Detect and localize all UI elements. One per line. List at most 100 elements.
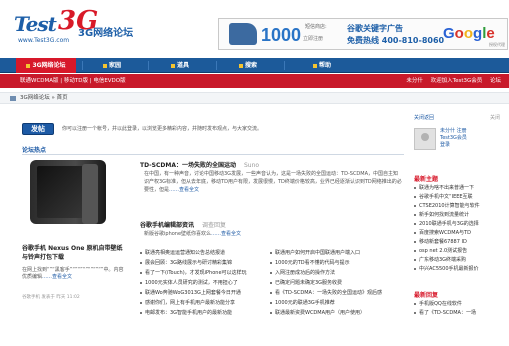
sidebar-item-text: 移动新套餐67887 ID <box>419 239 467 245</box>
sidebar-item[interactable]: 中兴AC5500手机最新报价 <box>414 265 502 274</box>
sidebar-item-text: 新手如何找到流量统计 <box>419 212 470 218</box>
sidebar-item-text: 谷歌手机中文“IEEE互联 <box>419 194 473 200</box>
list-item[interactable]: 看《TD-SCDMA：一场失败的全国运动》观后感 <box>270 288 406 298</box>
list-item[interactable]: 入网注册成功后的操作方法 <box>270 268 406 278</box>
sidebar-user-line[interactable]: Test3G会员 <box>440 135 500 142</box>
nav-item-forum[interactable]: 3G网络论坛 <box>16 58 76 73</box>
list-item[interactable]: 联通Wo奔驰WoG3013G上网套餐今日开通 <box>140 288 270 298</box>
bullet-icon <box>270 291 272 294</box>
bullet-icon <box>414 258 416 261</box>
nav-divider <box>148 61 149 70</box>
new-post-button[interactable]: 发帖 <box>22 123 54 135</box>
list-item-text: 看《TD-SCDMA：一场失败的全国运动》观后感 <box>275 290 382 296</box>
sidebar-item-text: 手机版QQ在线软件 <box>419 301 462 307</box>
list-item[interactable]: 电邮发布：3G智能手机用户的最新功能 <box>140 308 270 318</box>
list-item[interactable]: 看了一下(iTouch)，才发现iPhone可以这样玩 <box>140 268 270 278</box>
list-item[interactable]: 展会回顾：3G路线展示与研讨精彩集锦 <box>140 258 270 268</box>
list-item[interactable]: 已确定问题未确定3G服务收费 <box>270 278 406 288</box>
list-item[interactable]: 1000元的TD看不懂的代码与提示 <box>270 258 406 268</box>
sidebar-toggle[interactable]: 关闭返回 <box>414 114 434 121</box>
featured-desc-text: 在网上找到“”“黑客手”“”“”“”“”“”“”中。内容优质编辑 <box>22 267 124 280</box>
list-item-text: 联通用户如何开启中国联通用户端入口 <box>275 250 361 256</box>
news-more-link[interactable]: ……查看全文 <box>211 231 241 237</box>
list-item[interactable]: 联通用户如何开启中国联通用户端入口 <box>270 248 406 258</box>
sidebar-item-text: 中兴AC5500手机最新报价 <box>419 266 479 272</box>
home-icon[interactable] <box>10 96 16 101</box>
main-nav: 3G网络论坛 家园 道具 搜索 帮助 <box>0 58 509 73</box>
news-title-text: TD-SCDMA：一场失败的全国运动 <box>140 162 236 169</box>
breadcrumb[interactable]: 3G网络论坛 » 首页 <box>20 93 68 104</box>
sidebar-item[interactable]: 手机版QQ在线软件 <box>414 300 502 309</box>
sidebar-item[interactable]: 看了《TD-SCDMA：一场 <box>414 309 502 318</box>
featured-card[interactable]: 谷歌手机 Nexus One 原机自带壁纸与铃声打包下载 在网上找到“”“黑客手… <box>22 160 128 300</box>
sub-nav-welcome[interactable]: 欢迎加入Test3G会员 <box>431 78 483 84</box>
ad-banner[interactable]: 1000 短信商店: 立即注册 谷歌关键字广告 免费热线 400-810-806… <box>218 18 508 50</box>
ad-tag-bottom: 立即注册 <box>303 36 324 42</box>
news-more-link[interactable]: ……查看全文 <box>169 187 199 193</box>
sub-nav-forum[interactable]: 论坛 <box>490 78 501 84</box>
google-logo: Google <box>443 25 495 42</box>
sidebar-item[interactable]: 2010联通手机与3G的选择 <box>414 220 502 229</box>
bullet-icon <box>140 291 142 294</box>
news-body-text: 新版谷歌iphone壁纸你喜欢么 <box>144 231 212 237</box>
sidebar-user-line[interactable]: 未分什 注册 <box>440 128 500 135</box>
topic-list-left: 联通亮相奥运运营通知公告总结报道 展会回顾：3G路线展示与研讨精彩集锦 看了一下… <box>140 248 270 318</box>
sidebar-item[interactable]: 新手如何找到流量统计 <box>414 211 502 220</box>
nav-label: 3G网络论坛 <box>32 62 66 69</box>
news-body-1: 在中国，有一种声音，讨论中国移动3G发展，一些声音认为，这是一场失败的全国运动：… <box>144 170 402 194</box>
sub-nav-user[interactable]: 未分什 <box>406 78 423 84</box>
news-source: Suno <box>244 162 260 169</box>
list-item[interactable]: 联通最新资费WCDMA用户（用户使用） <box>270 308 406 318</box>
sub-nav-links[interactable]: 联通WCDMA版 | 移动TD版 | 电信EVDO版 <box>20 74 126 88</box>
sidebar-item[interactable]: 移动新套餐67887 ID <box>414 238 502 247</box>
avatar[interactable] <box>414 128 436 150</box>
nav-item-search[interactable]: 搜索 <box>224 58 272 73</box>
nav-dot-icon <box>312 63 317 68</box>
featured-more-link[interactable]: ……查看全文 <box>42 274 72 280</box>
bullet-icon <box>270 281 272 284</box>
sidebar-heading-topics: 最新主题 <box>414 176 439 183</box>
bullet-icon <box>414 311 416 314</box>
sidebar-item[interactable]: 谷歌手机中文“IEEE互联 <box>414 193 502 202</box>
list-item-text: 联通亮相奥运运营通知公告总结报道 <box>145 250 226 256</box>
nav-dot-icon <box>102 63 107 68</box>
sidebar-item[interactable]: CTSE2010计算智能与软件 <box>414 202 502 211</box>
sidebar-item[interactable]: 广东移动3G终端采购 <box>414 256 502 265</box>
news-title-1[interactable]: TD-SCDMA：一场失败的全国运动 Suno <box>140 160 259 169</box>
list-item-text: 联通Wo奔驰WoG3013G上网套餐今日开通 <box>145 290 241 296</box>
list-item[interactable]: 1000元实体人员研究的测试，不用担心了 <box>140 278 270 288</box>
list-item[interactable]: 感谢你们，网上有手机用户最新功能分享 <box>140 298 270 308</box>
nav-divider <box>216 61 217 70</box>
nav-label: 家园 <box>108 62 121 69</box>
nav-dot-icon <box>170 63 175 68</box>
nav-label: 帮助 <box>318 62 331 69</box>
news-title-text: 谷歌手机编辑部资讯 <box>140 222 195 229</box>
logo-url: www.Test3G.com <box>18 37 70 44</box>
news-title-2[interactable]: 谷歌手机编辑部资讯 调查回复 <box>140 220 226 229</box>
site-title: 3G网络论坛 <box>78 28 134 39</box>
bullet-icon <box>140 251 142 254</box>
nav-item-home[interactable]: 家园 <box>88 58 136 73</box>
sidebar-heading-replies: 最新回复 <box>414 292 439 299</box>
sidebar: 关闭返回 关闭 未分什 注册 Test3G会员 登录 最新主题 联通为啥不出来普… <box>410 110 502 346</box>
ad-title: 谷歌关键字广告 <box>347 24 403 33</box>
sidebar-user-line[interactable]: 登录 <box>440 142 500 149</box>
list-item[interactable]: 联通亮相奥运运营通知公告总结报道 <box>140 248 270 258</box>
site-logo[interactable]: Test 3G www.Test3G.com <box>14 6 98 50</box>
nav-item-help[interactable]: 帮助 <box>298 58 346 73</box>
bullet-icon <box>140 271 142 274</box>
sidebar-item-text: CTSE2010计算智能与软件 <box>419 203 480 209</box>
sidebar-item[interactable]: 联通为啥不出来普通一下 <box>414 184 502 193</box>
sidebar-item[interactable]: osp net 2.0测试报告 <box>414 247 502 256</box>
bullet-icon <box>414 222 416 225</box>
sidebar-item[interactable]: 百度搜索WCDMA与TD <box>414 229 502 238</box>
list-item-text: 入网注册成功后的操作方法 <box>275 270 336 276</box>
sub-nav: 联通WCDMA版 | 移动TD版 | 电信EVDO版 未分什 欢迎加入Test3… <box>0 74 509 88</box>
nav-divider <box>284 61 285 70</box>
list-item-text: 1000元实体人员研究的测试，不用担心了 <box>145 280 238 286</box>
featured-title[interactable]: 谷歌手机 Nexus One 原机自带壁纸与铃声打包下载 <box>22 244 128 262</box>
nav-dot-icon <box>26 63 31 68</box>
list-item[interactable]: 1000元的联通3G手机推荐 <box>270 298 406 308</box>
sidebar-close[interactable]: 关闭 <box>490 114 500 121</box>
nav-item-tools[interactable]: 道具 <box>156 58 204 73</box>
